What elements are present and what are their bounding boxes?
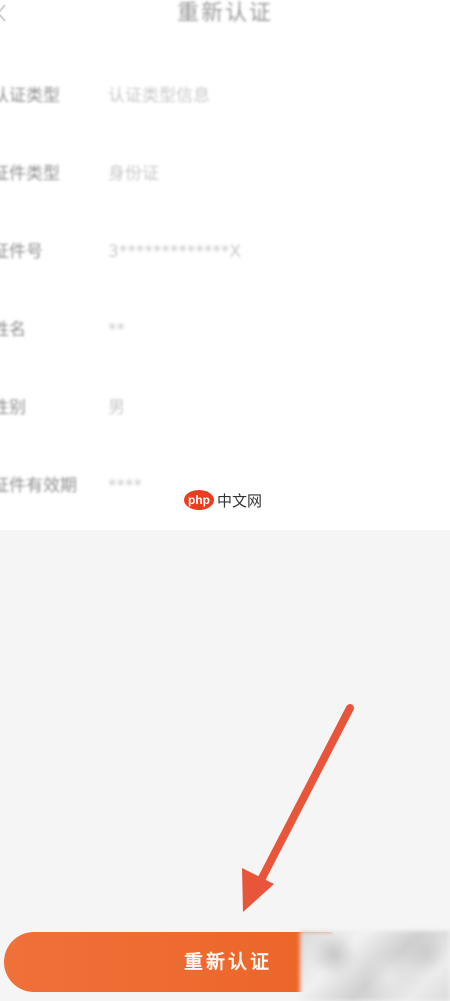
screen: 重新认证 认证类型 认证类型信息 证件类型 身份证 证件号 3*********… [0, 0, 450, 1001]
blurred-region-detail [306, 938, 446, 994]
reauth-button[interactable]: 重新认证 [4, 932, 334, 992]
reauth-button-label: 重新认证 [184, 951, 273, 973]
annotation-arrow-icon [242, 704, 354, 912]
